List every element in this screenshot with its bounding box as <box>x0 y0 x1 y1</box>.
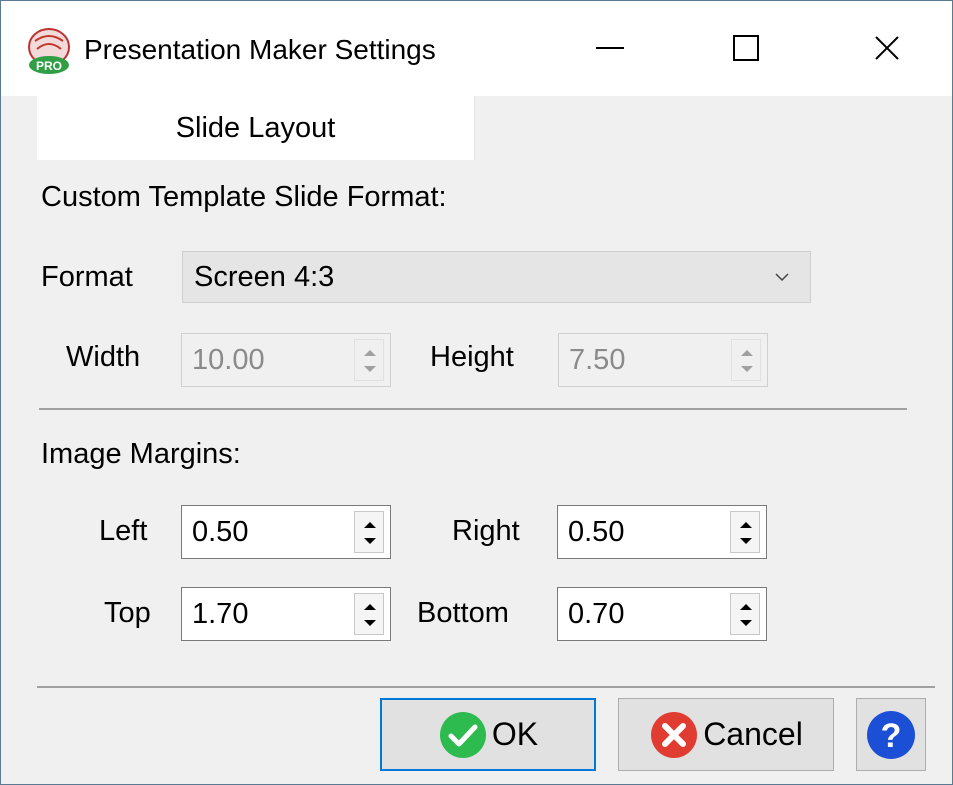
width-value: 10.00 <box>192 344 265 376</box>
minimize-button[interactable] <box>560 13 660 83</box>
chevron-down-icon <box>775 273 789 282</box>
cancel-button[interactable]: Cancel <box>618 698 834 771</box>
up-down-arrows-icon <box>740 604 752 626</box>
right-margin-value: 0.50 <box>568 516 625 548</box>
svg-text:?: ? <box>881 717 902 755</box>
ok-button[interactable]: OK <box>380 698 596 771</box>
right-margin-stepper[interactable] <box>730 511 760 553</box>
maximize-icon <box>733 35 759 61</box>
height-value: 7.50 <box>569 344 626 376</box>
minimize-icon <box>596 47 624 49</box>
checkmark-circle-icon <box>439 711 486 758</box>
settings-dialog: PRO Presentation Maker Settings Slide La… <box>0 0 953 785</box>
cancel-button-label: Cancel <box>703 716 803 752</box>
ok-button-label: OK <box>491 716 539 752</box>
tab-label: Slide Layout <box>175 111 336 144</box>
window-title: Presentation Maker Settings <box>84 34 436 65</box>
up-down-arrows-icon <box>741 350 753 372</box>
presentation-maker-pro-icon: PRO <box>27 27 75 75</box>
bottom-margin-stepper[interactable] <box>730 593 760 635</box>
top-margin-label: Top <box>104 597 151 629</box>
up-down-arrows-icon <box>364 604 376 626</box>
svg-text:PRO: PRO <box>36 59 62 73</box>
up-down-arrows-icon <box>364 350 376 372</box>
format-select-value: Screen 4:3 <box>194 261 335 293</box>
section-divider <box>39 408 907 410</box>
left-margin-value: 0.50 <box>192 516 249 548</box>
top-margin-stepper[interactable] <box>354 593 384 635</box>
left-margin-label: Left <box>99 515 148 547</box>
top-margin-spinbox[interactable]: 1.70 <box>181 587 391 641</box>
bottom-margin-spinbox[interactable]: 0.70 <box>557 587 767 641</box>
up-down-arrows-icon <box>740 522 752 544</box>
height-stepper[interactable] <box>731 339 761 381</box>
footer-divider <box>37 686 935 688</box>
slide-format-heading: Custom Template Slide Format: <box>41 181 447 213</box>
format-select[interactable]: Screen 4:3 <box>182 251 811 303</box>
title-bar[interactable]: PRO Presentation Maker Settings <box>1 1 952 96</box>
format-label: Format <box>41 261 133 293</box>
right-margin-spinbox[interactable]: 0.50 <box>557 505 767 559</box>
height-label: Height <box>430 341 514 373</box>
height-spinbox[interactable]: 7.50 <box>558 333 768 387</box>
bottom-margin-value: 0.70 <box>568 598 625 630</box>
up-down-arrows-icon <box>364 522 376 544</box>
left-margin-spinbox[interactable]: 0.50 <box>181 505 391 559</box>
maximize-button[interactable] <box>696 13 796 83</box>
width-stepper[interactable] <box>354 339 384 381</box>
image-margins-heading: Image Margins: <box>41 438 241 470</box>
tab-slide-layout[interactable]: Slide Layout <box>37 96 475 160</box>
left-margin-stepper[interactable] <box>354 511 384 553</box>
top-margin-value: 1.70 <box>192 598 249 630</box>
close-icon <box>875 36 899 60</box>
width-label: Width <box>66 341 141 373</box>
right-margin-label: Right <box>452 515 520 547</box>
width-spinbox[interactable]: 10.00 <box>181 333 391 387</box>
bottom-margin-label: Bottom <box>417 597 509 629</box>
help-icon: ? <box>867 710 915 759</box>
cancel-circle-icon <box>651 711 698 758</box>
close-button[interactable] <box>832 13 942 83</box>
help-button[interactable]: ? <box>856 698 926 771</box>
